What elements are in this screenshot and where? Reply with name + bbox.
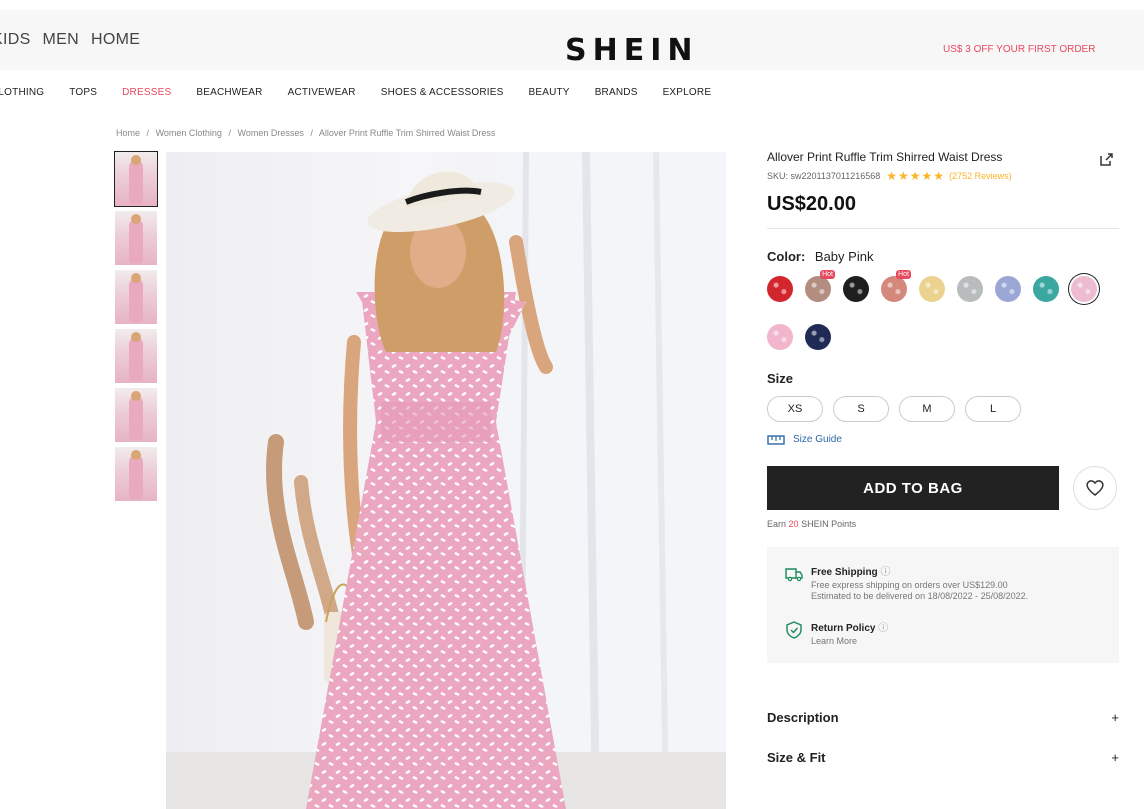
main-product-image[interactable] [166,152,726,809]
breadcrumb-sep: / [310,128,313,138]
size-label: Size [767,371,794,386]
color-swatch[interactable] [767,276,793,302]
cat-beauty[interactable]: BEAUTY [528,87,569,98]
cat-explore[interactable]: EXPLORE [663,87,712,98]
hot-badge: Hot [820,270,835,279]
color-swatch[interactable] [1071,276,1097,302]
cat-dresses[interactable]: DRESSES [122,87,171,98]
expand-plus-icon: + [1111,709,1119,725]
breadcrumb-home[interactable]: Home [116,128,140,138]
description-accordion[interactable]: Description + [767,697,1119,737]
cat-clothing[interactable]: CLOTHING [0,87,44,98]
share-icon[interactable] [1098,152,1114,168]
accordion: Description + Size & Fit + [767,697,1119,777]
thumbnail[interactable] [115,211,157,265]
wishlist-button[interactable] [1073,466,1117,510]
product-title: Allover Print Ruffle Trim Shirred Waist … [767,150,1003,164]
color-swatch[interactable] [805,324,831,350]
free-shipping-info: Free Shipping ⓘ Free express shipping on… [785,563,1028,602]
size-fit-label: Size & Fit [767,749,826,765]
breadcrumb-sep: / [228,128,231,138]
points-info: Earn 20 SHEIN Points [767,519,1119,529]
truck-icon [785,568,803,582]
top-nav-home[interactable]: HOME [91,31,140,49]
size-l-button[interactable]: L [965,396,1021,422]
return-policy-title: Return Policy [811,623,876,634]
color-swatch[interactable]: Hot [805,270,835,302]
add-to-bag-button[interactable]: ADD TO BAG [767,466,1059,510]
cat-activewear[interactable]: ACTIVEWEAR [288,87,356,98]
breadcrumb-women-dresses[interactable]: Women Dresses [237,128,303,138]
color-swatch[interactable] [919,276,945,302]
color-swatches: Hot Hot [767,270,1119,372]
color-swatch[interactable] [957,276,983,302]
reviews-link[interactable]: (2752 Reviews) [949,171,1012,181]
learn-more-link[interactable]: Learn More [811,636,888,647]
hot-badge: Hot [896,270,911,279]
return-policy-info: Return Policy ⓘ Learn More [785,619,888,647]
breadcrumb-sep: / [146,128,150,138]
cat-shoes-accessories[interactable]: SHOES & ACCESSORIES [381,87,504,98]
ruler-icon [767,434,785,445]
shein-logo[interactable]: SHEIN [565,33,698,68]
product-page: KIDS MEN HOME SHEIN US$ 3 OFF YOUR FIRST… [0,0,1144,809]
free-shipping-title: Free Shipping [811,567,878,578]
expand-plus-icon: + [1111,749,1119,765]
color-swatch[interactable] [843,276,869,302]
color-swatch[interactable] [995,276,1021,302]
product-price: US$20.00 [767,193,856,215]
top-nav: KIDS MEN HOME [0,31,140,49]
free-shipping-line2: Estimated to be delivered on 18/08/2022 … [811,591,1029,601]
thumbnail[interactable] [114,151,158,207]
color-swatch[interactable] [767,324,793,350]
points-value: 20 [788,519,799,529]
points-prefix: Earn [767,519,787,529]
cart-row: ADD TO BAG [767,466,1119,510]
description-label: Description [767,709,839,725]
help-icon[interactable]: ⓘ [878,623,888,634]
size-xs-button[interactable]: XS [767,396,823,422]
thumbnail[interactable] [115,270,157,324]
color-label-text: Color: [767,249,806,264]
star-rating-icon: ★★★★★ [886,169,946,183]
color-label: Color: Baby Pink [767,249,1119,264]
shipping-box: Free Shipping ⓘ Free express shipping on… [767,547,1119,663]
sku-rating-line: SKU: sw2201137011216568 ★★★★★ (2752 Revi… [767,169,1119,183]
size-guide-label: Size Guide [793,434,842,445]
product-info-panel: Allover Print Ruffle Trim Shirred Waist … [767,150,1119,777]
promo-banner[interactable]: US$ 3 OFF YOUR FIRST ORDER [943,44,1095,55]
size-s-button[interactable]: S [833,396,889,422]
color-value: Baby Pink [814,249,874,264]
top-nav-men[interactable]: MEN [43,31,79,49]
free-shipping-line1: Free express shipping on orders over US$… [811,580,1008,590]
size-options: XS S M L [767,396,1119,422]
size-guide-link[interactable]: Size Guide [767,434,1119,445]
thumbnail[interactable] [115,329,157,383]
shield-check-icon [786,621,802,639]
divider [767,228,1119,229]
help-icon[interactable]: ⓘ [880,567,890,578]
thumbnail[interactable] [115,388,157,442]
size-fit-accordion[interactable]: Size & Fit + [767,737,1119,777]
breadcrumb: Home / Women Clothing / Women Dresses / … [116,128,499,138]
cat-brands[interactable]: BRANDS [595,87,638,98]
top-nav-kids[interactable]: KIDS [0,31,31,49]
color-swatch[interactable] [1033,276,1059,302]
top-header: KIDS MEN HOME SHEIN US$ 3 OFF YOUR FIRST… [0,10,1144,70]
heart-icon [1086,480,1104,496]
breadcrumb-women-clothing[interactable]: Women Clothing [156,128,222,138]
points-suffix: SHEIN Points [801,519,857,529]
category-nav: CLOTHING TOPS DRESSES BEACHWEAR ACTIVEWE… [0,70,1144,116]
thumbnail[interactable] [115,447,157,501]
size-m-button[interactable]: M [899,396,955,422]
breadcrumb-current: Allover Print Ruffle Trim Shirred Waist … [318,128,496,138]
color-swatch[interactable]: Hot [881,270,911,302]
cat-tops[interactable]: TOPS [69,87,97,98]
cat-beachwear[interactable]: BEACHWEAR [196,87,262,98]
thumbnail-list [114,151,158,506]
product-photo [166,152,726,809]
sku: SKU: sw2201137011216568 [767,171,881,181]
